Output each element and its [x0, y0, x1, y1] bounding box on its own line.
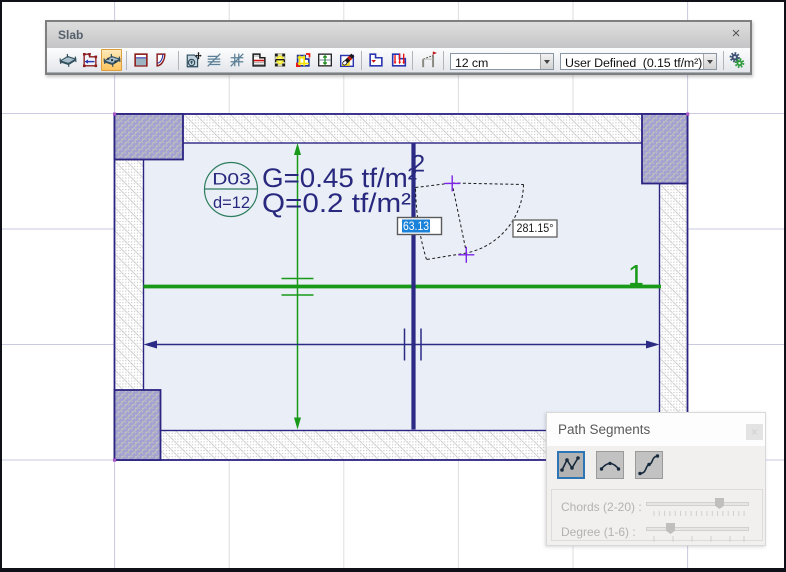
- svg-text:281.15°: 281.15°: [517, 223, 554, 235]
- svg-text:d=12: d=12: [213, 194, 250, 212]
- svg-text:63.13: 63.13: [403, 221, 429, 233]
- svg-text:1: 1: [628, 260, 644, 292]
- svg-text:D03: D03: [212, 170, 251, 189]
- svg-text:Q=0.2 tf/m²: Q=0.2 tf/m²: [262, 188, 411, 218]
